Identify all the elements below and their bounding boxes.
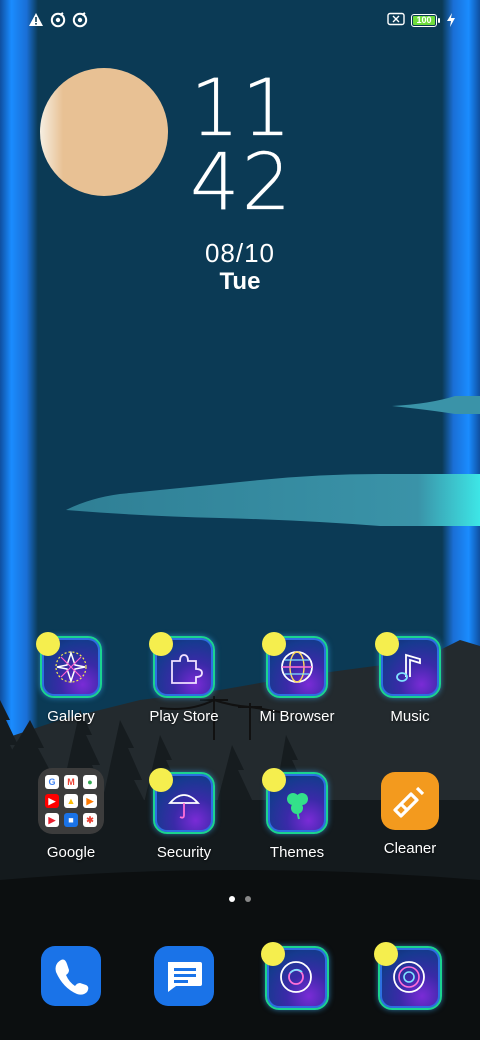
app-themes[interactable]: Themes xyxy=(241,768,353,861)
status-left xyxy=(28,12,88,28)
app-label: Themes xyxy=(269,844,325,861)
app-cleaner[interactable]: Cleaner xyxy=(354,772,466,857)
app-label: Mi Browser xyxy=(259,708,335,725)
maps-icon: ● xyxy=(83,775,97,789)
app-google-folder[interactable]: G M ● ▶ ▲ ▶ ▶ ■ ✱ Google xyxy=(15,768,127,861)
dock xyxy=(0,942,480,1010)
phone-icon xyxy=(41,946,101,1006)
charging-icon xyxy=(446,12,456,28)
app-play-store[interactable]: Play Store xyxy=(128,632,240,725)
gmail-icon: M xyxy=(64,775,78,789)
data-saver-icon-2 xyxy=(72,12,88,28)
clock-date: 08/10 xyxy=(204,238,276,268)
clock-hours: 11 xyxy=(190,64,294,154)
status-right: 100 xyxy=(387,12,456,28)
security-icon xyxy=(149,768,215,834)
battery-level: 100 xyxy=(413,15,435,25)
app-label: Google xyxy=(46,844,96,861)
google-icon: G xyxy=(45,775,59,789)
photos-icon: ✱ xyxy=(83,813,97,827)
status-bar: 100 xyxy=(0,0,480,42)
app-label: Gallery xyxy=(47,708,95,725)
mi-browser-icon xyxy=(262,632,328,698)
app-label: Play Store xyxy=(149,708,219,725)
page-dot-active xyxy=(229,896,235,902)
dock-chrome[interactable] xyxy=(241,942,353,1010)
page-indicator xyxy=(0,896,480,902)
data-saver-icon xyxy=(50,12,66,28)
play-store-icon xyxy=(149,632,215,698)
app-music[interactable]: Music xyxy=(354,632,466,725)
dock-messages[interactable] xyxy=(128,946,240,1006)
play-movies-icon: ▶ xyxy=(45,813,59,827)
camera-icon xyxy=(374,942,442,1010)
themes-icon xyxy=(262,768,328,834)
app-security[interactable]: Security xyxy=(128,768,240,861)
chrome-icon xyxy=(261,942,329,1010)
page-dot xyxy=(245,896,251,902)
dock-phone[interactable] xyxy=(15,946,127,1006)
google-folder-icon: G M ● ▶ ▲ ▶ ▶ ■ ✱ xyxy=(38,768,104,834)
app-gallery[interactable]: Gallery xyxy=(15,632,127,725)
youtube-icon: ▶ xyxy=(45,794,59,808)
clock-minutes: 42 xyxy=(190,138,294,228)
dock-camera[interactable] xyxy=(354,942,466,1010)
app-label: Music xyxy=(390,708,430,725)
sun xyxy=(40,68,168,196)
clock-day: Tue xyxy=(219,268,261,295)
sim-off-icon xyxy=(387,12,405,28)
app-label: Cleaner xyxy=(383,840,437,857)
app-label: Security xyxy=(156,844,212,861)
play-music-icon: ▶ xyxy=(83,794,97,808)
music-icon xyxy=(375,632,441,698)
alert-icon xyxy=(28,12,44,28)
gallery-icon xyxy=(36,632,102,698)
drive-icon: ▲ xyxy=(64,794,78,808)
app-mi-browser[interactable]: Mi Browser xyxy=(241,632,353,725)
cleaner-icon xyxy=(381,772,439,830)
duo-icon: ■ xyxy=(64,813,78,827)
clock-widget[interactable]: 11 42 xyxy=(190,64,294,228)
messages-icon xyxy=(154,946,214,1006)
battery-icon: 100 xyxy=(411,13,440,27)
